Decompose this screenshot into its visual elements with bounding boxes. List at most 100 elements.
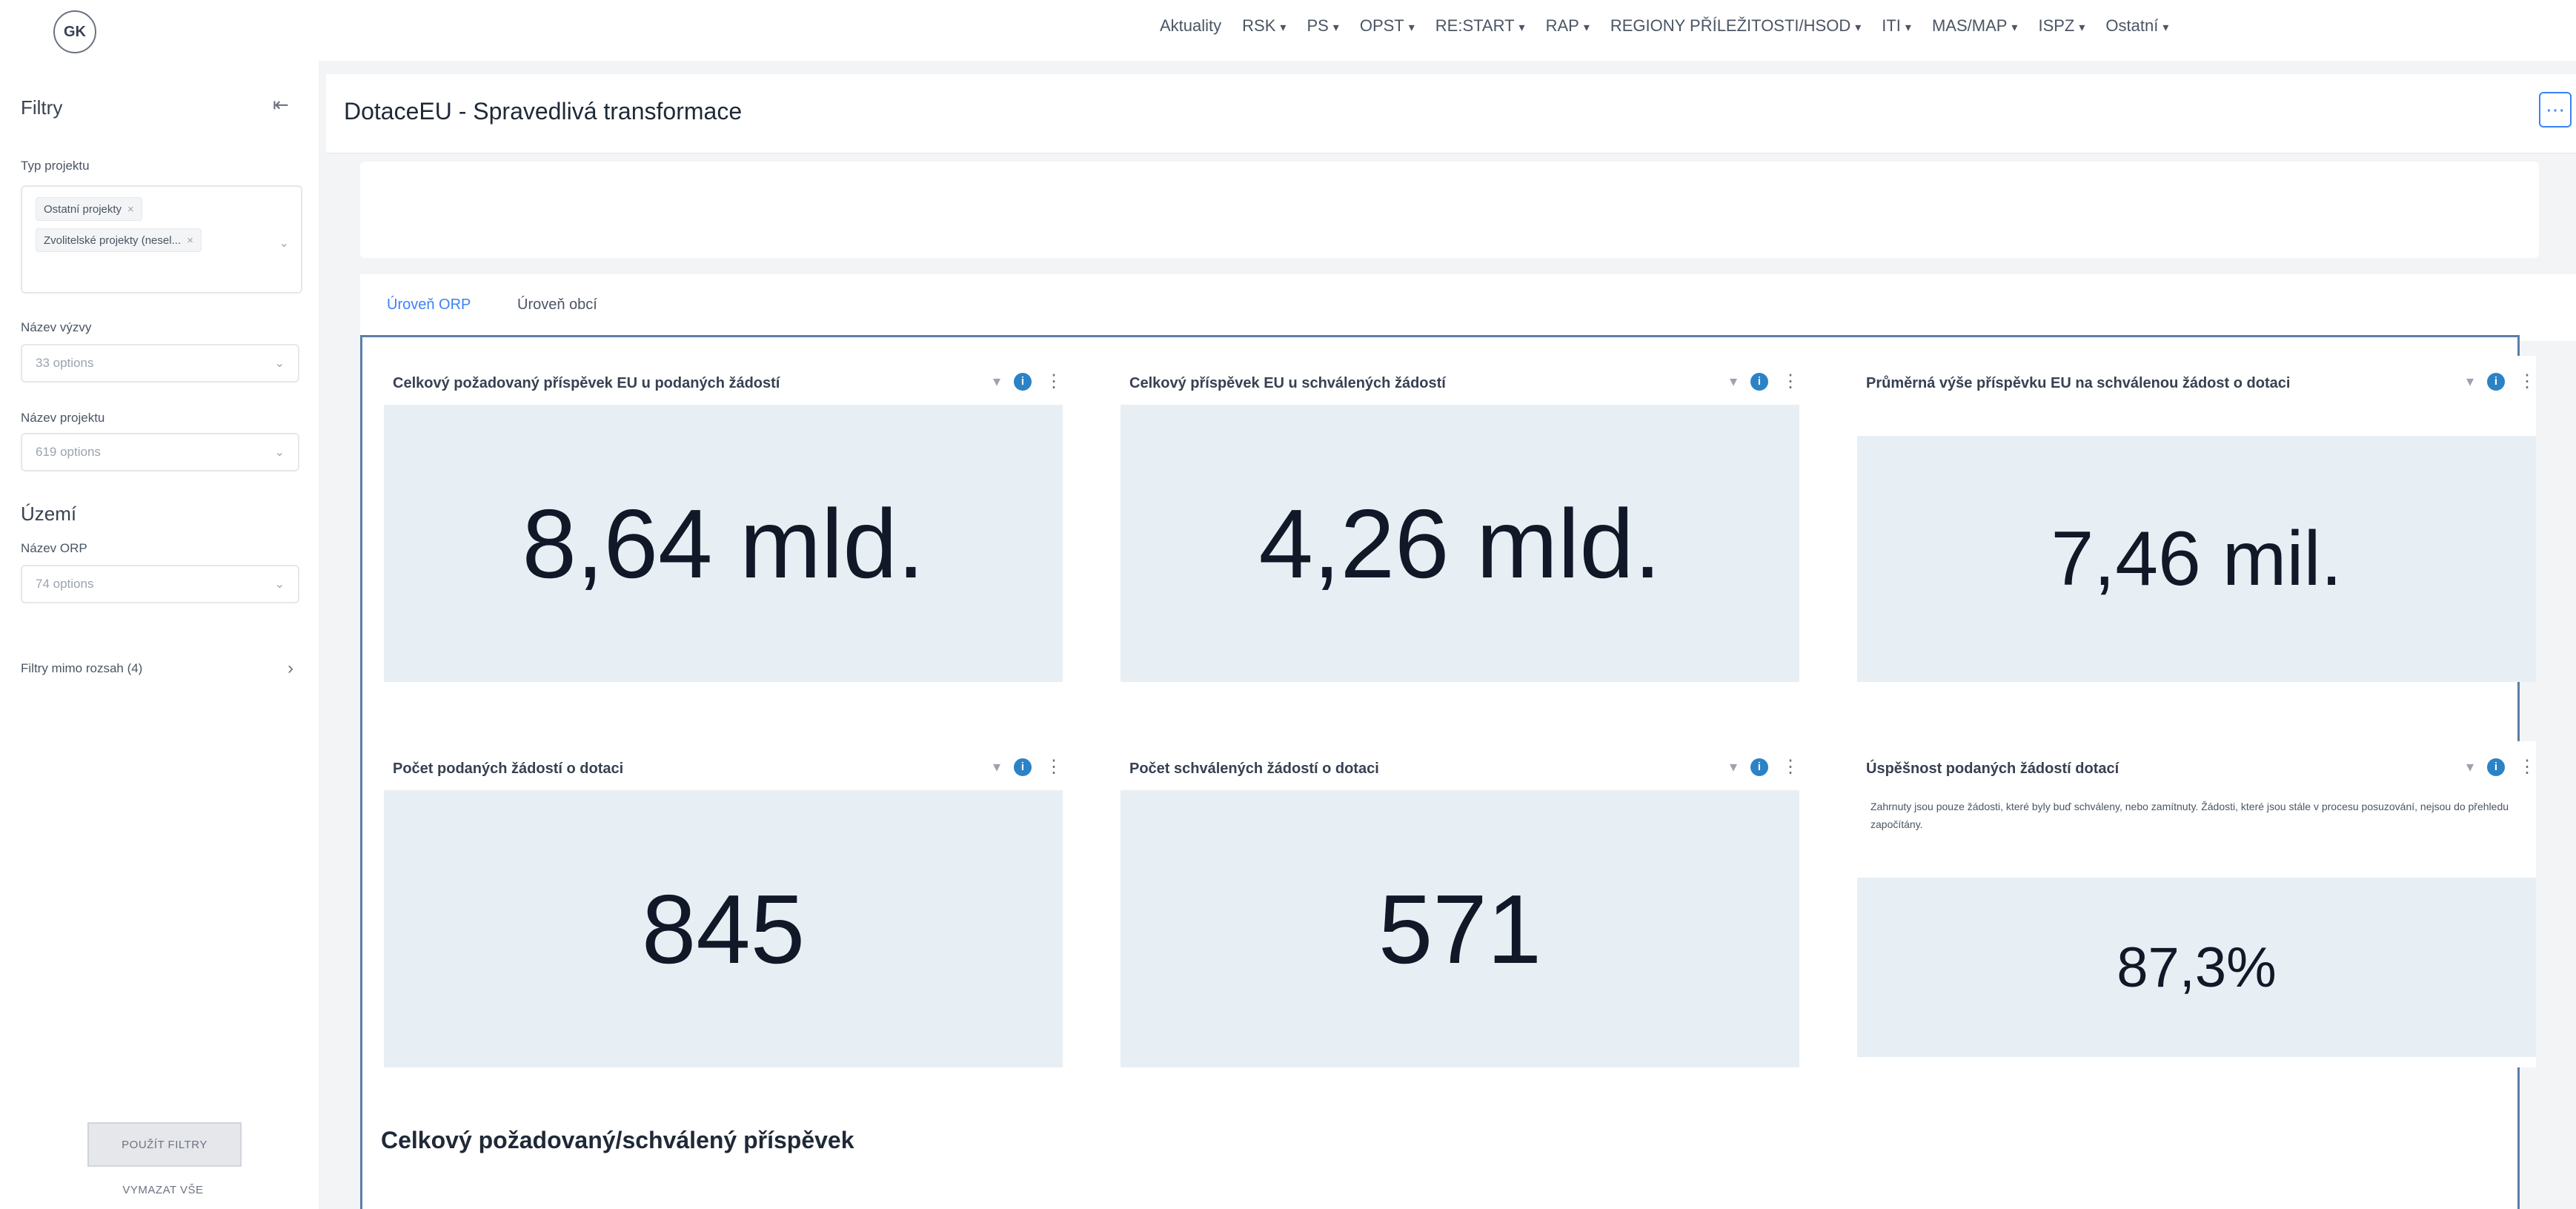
chevron-down-icon: ⌄ [274,578,285,591]
top-navigation-bar: GK Aktuality RSK ▾ PS ▾ OPST ▾ RE:START ▾ RAP ▾ REG… [0,0,2576,61]
chevron-down-icon: ▾ [1905,21,1911,34]
nav-item-label: Ostatní [2105,16,2159,35]
chevron-down-icon: ▾ [1332,21,1339,34]
chevron-down-icon: ⌄ [274,357,285,370]
filter-chip[interactable]: Zvolitelské projekty (nesel... × [36,228,202,252]
call-name-label: Název výzvy [21,320,92,334]
kpi-card-submitted-count: Počet podaných žádostí o dotaci ▾ i ⋮ 84… [384,741,1063,1067]
orp-select[interactable]: 74 options ⌄ [21,565,299,603]
project-type-label: Typ projektu [21,159,90,173]
section-title: Celkový požadovaný/schválený příspěvek [381,1127,854,1153]
kpi-title: Celkový příspěvek EU u schválených žádos… [1129,375,1446,391]
filter-icon[interactable]: ▾ [993,372,1000,391]
out-of-scope-filters-label: Filtry mimo rozsah (4) [21,661,143,675]
collapse-sidebar-icon[interactable]: ⇤ [273,93,289,116]
kpi-title: Průměrná výše příspěvku EU na schválenou… [1866,375,2291,391]
nav-item-label: RAP [1545,16,1579,35]
nav-item-label: ITI [1882,16,1901,35]
more-vertical-icon[interactable]: ⋮ [2518,756,2536,778]
kpi-value: 571 [1121,790,1799,1067]
chevron-down-icon: ⌄ [274,446,285,459]
filter-icon[interactable]: ▾ [993,758,1000,776]
chevron-down-icon: ▾ [1280,21,1287,34]
kpi-card-approved-count: Počet schválených žádostí o dotaci ▾ i ⋮… [1121,741,1799,1067]
nav-item[interactable]: OPST ▾ [1360,16,1415,36]
filter-icon[interactable]: ▾ [2466,758,2474,776]
nav-item-label: ISPZ [2038,16,2075,35]
dashboard-menu-button[interactable]: ⋯ [2539,92,2572,127]
chip-label: Zvolitelské projekty (nesel... [44,233,182,247]
main-menu: Aktuality RSK ▾ PS ▾ OPST ▾ RE:START ▾ RAP ▾ REGION… [1160,16,2168,36]
nav-item[interactable]: RE:START ▾ [1435,16,1525,36]
kpi-title: Celkový požadovaný příspěvek EU u podaný… [393,375,780,391]
chevron-right-icon: › [288,658,293,678]
kpi-value: 4,26 mld. [1121,405,1799,682]
kpi-card-approved-contribution: Celkový příspěvek EU u schválených žádos… [1121,356,1799,682]
filter-icon[interactable]: ▾ [1730,758,1737,776]
chip-label: Ostatní projekty [44,202,122,216]
filters-sidebar: Filtry ⇤ Typ projektu Ostatní projekty ×… [0,61,319,1209]
tabs: Úroveň ORP Úroveň obcí [360,274,2576,341]
nav-item[interactable]: MAS/MAP ▾ [1932,16,2018,36]
dashboard-header: DotaceEU - Spravedlivá transformace ⋯ [326,74,2576,153]
remove-chip-icon[interactable]: × [127,203,134,216]
kpi-value: 8,64 mld. [384,405,1063,682]
nav-item[interactable]: PS ▾ [1307,16,1338,36]
kpi-description: Zahrnuty jsou pouze žádosti, které byly … [1870,801,2509,830]
logo[interactable]: GK [53,10,96,53]
project-name-label: Název projektu [21,411,105,425]
nav-item[interactable]: ISPZ ▾ [2038,16,2085,36]
chevron-down-icon: ▾ [1408,21,1415,34]
info-icon[interactable]: i [1750,758,1768,776]
more-vertical-icon[interactable]: ⋮ [1045,371,1063,392]
page-title: DotaceEU - Spravedlivá transformace [344,98,743,125]
chevron-down-icon: ▾ [2079,21,2085,34]
info-icon[interactable]: i [1014,758,1032,776]
nav-item-label: RE:START [1435,16,1515,35]
kpi-card-requested-contribution: Celkový požadovaný příspěvek EU u podaný… [384,356,1063,682]
nav-item[interactable]: Aktuality [1160,16,1221,36]
chevron-down-icon: ▾ [2011,21,2018,34]
chevron-down-icon: ▾ [1583,21,1590,34]
empty-panel [360,162,2539,258]
filter-icon[interactable]: ▾ [2466,372,2474,391]
apply-filters-button[interactable]: POUŽÍT FILTRY [87,1122,242,1167]
nav-item[interactable]: ITI ▾ [1882,16,1911,36]
clear-all-button[interactable]: VYMAZAT VŠE [87,1184,239,1196]
out-of-scope-filters[interactable]: Filtry mimo rozsah (4) › [21,658,299,678]
filters-title: Filtry [21,96,63,119]
nav-item[interactable]: REGIONY PŘÍLEŽITOSTI/HSOD ▾ [1610,16,1861,36]
chevron-down-icon: ▾ [1518,21,1525,34]
select-placeholder: 619 options [36,445,101,459]
nav-item-label: OPST [1359,16,1404,35]
chevron-down-icon: ▾ [1855,21,1862,34]
nav-item[interactable]: Ostatní ▾ [2105,16,2168,36]
kpi-card-average-contribution: Průměrná výše příspěvku EU na schválenou… [1857,356,2536,682]
remove-chip-icon[interactable]: × [187,234,193,247]
more-horizontal-icon: ⋯ [2546,98,2565,121]
nav-item-label: MAS/MAP [1931,16,2008,35]
filter-icon[interactable]: ▾ [1730,372,1737,391]
filter-chip[interactable]: Ostatní projekty × [36,197,142,221]
project-name-select[interactable]: 619 options ⌄ [21,433,299,471]
tab-municipality-level[interactable]: Úroveň obcí [517,297,597,314]
more-vertical-icon[interactable]: ⋮ [2518,371,2536,392]
nav-item-label: RSK [1242,16,1276,35]
call-name-select[interactable]: 33 options ⌄ [21,344,299,382]
info-icon[interactable]: i [2487,372,2505,391]
tab-orp-level[interactable]: Úroveň ORP [387,297,471,314]
info-icon[interactable]: i [1750,372,1768,391]
orp-label: Název ORP [21,541,87,555]
nav-item[interactable]: RAP ▾ [1546,16,1590,36]
project-type-select[interactable]: Ostatní projekty × Zvolitelské projekty … [21,185,302,294]
more-vertical-icon[interactable]: ⋮ [1045,756,1063,778]
chevron-down-icon: ⌄ [279,237,289,250]
nav-item-label: Aktuality [1160,16,1222,35]
territory-heading: Území [21,503,77,525]
info-icon[interactable]: i [2487,758,2505,776]
nav-item[interactable]: RSK ▾ [1242,16,1286,36]
kpi-title: Počet podaných žádostí o dotaci [393,761,624,777]
more-vertical-icon[interactable]: ⋮ [1782,371,1799,392]
info-icon[interactable]: i [1014,372,1032,391]
more-vertical-icon[interactable]: ⋮ [1782,756,1799,778]
